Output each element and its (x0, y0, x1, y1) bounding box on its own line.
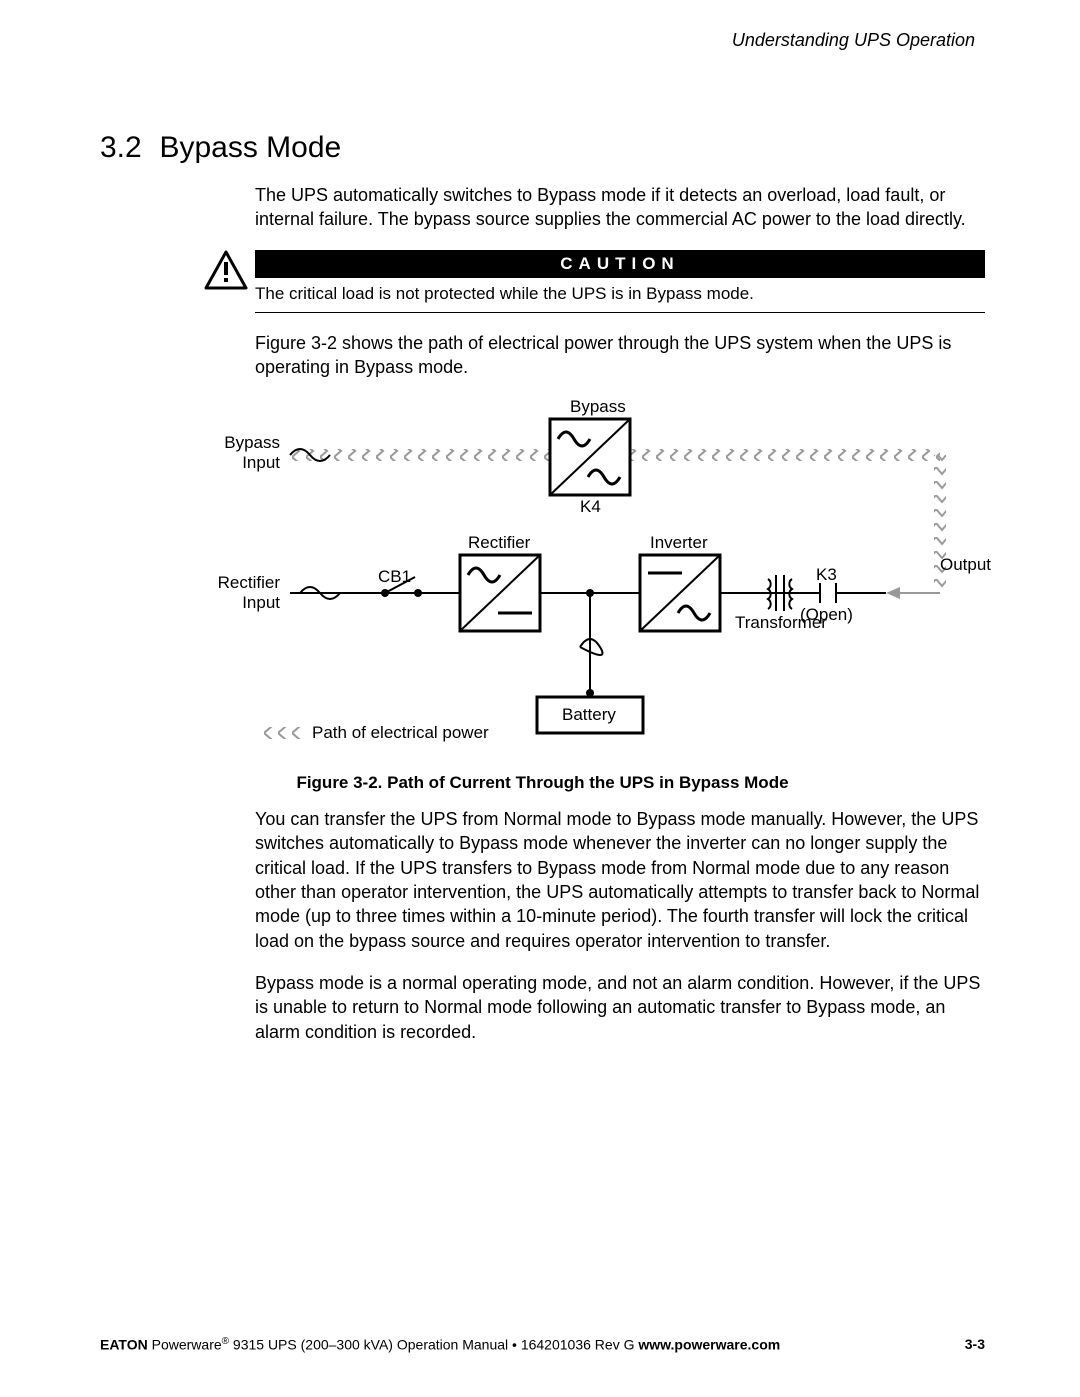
page-number: 3-3 (965, 1336, 985, 1352)
running-head: Understanding UPS Operation (100, 30, 985, 51)
footer-rest: 9315 UPS (200–300 kVA) Operation Manual … (229, 1337, 638, 1353)
intro-paragraph: The UPS automatically switches to Bypass… (255, 183, 985, 232)
diagram-label-battery: Battery (562, 705, 616, 725)
manual-page: Understanding UPS Operation 3.2 Bypass M… (0, 0, 1080, 1397)
caution-label: CAUTION (255, 250, 985, 278)
registered-icon: ® (222, 1336, 229, 1347)
footer-brand: EATON (100, 1337, 148, 1353)
footer-url: www.powerware.com (638, 1337, 780, 1353)
diagram-label-k4: K4 (580, 497, 601, 517)
diagram-label-rectifier: Rectifier (468, 533, 530, 553)
warning-triangle-icon (204, 250, 248, 290)
diagram-label-k3: K3 (816, 565, 837, 585)
bypass-mode-diagram: Bypass K4 Bypass Input Rectifier Input C… (180, 397, 935, 767)
paragraph: The UPS automatically switches to Bypass… (255, 183, 985, 232)
diagram-legend-text: Path of electrical power (312, 723, 489, 743)
figure-caption: Figure 3-2. Path of Current Through the … (100, 773, 985, 793)
paragraph: Bypass mode is a normal operating mode, … (255, 971, 985, 1044)
figure-ref-paragraph: Figure 3-2 shows the path of electrical … (255, 331, 985, 380)
footer-product: Powerware (148, 1337, 222, 1353)
diagram-label-cb1: CB1 (378, 567, 411, 587)
after-figure-paragraphs: You can transfer the UPS from Normal mod… (255, 807, 985, 1044)
diagram-label-bypass: Bypass (570, 397, 626, 417)
section-number: 3.2 (100, 131, 155, 165)
section-title: Bypass Mode (159, 131, 341, 164)
diagram-label-output: Output (940, 555, 991, 575)
caution-box: CAUTION The critical load is not protect… (210, 250, 985, 313)
paragraph: You can transfer the UPS from Normal mod… (255, 807, 985, 953)
diagram-label-bypass-input: Bypass Input (224, 433, 280, 472)
diagram-label-rectifier-input: Rectifier Input (218, 573, 280, 612)
page-footer: 3-3 EATON Powerware® 9315 UPS (200–300 k… (0, 1336, 1080, 1353)
diagram-label-k3-state: (Open) (800, 605, 853, 625)
section-heading: 3.2 Bypass Mode (100, 131, 985, 165)
paragraph: Figure 3-2 shows the path of electrical … (255, 331, 985, 380)
divider (255, 312, 985, 313)
diagram-label-inverter: Inverter (650, 533, 708, 553)
caution-text: The critical load is not protected while… (255, 284, 985, 304)
